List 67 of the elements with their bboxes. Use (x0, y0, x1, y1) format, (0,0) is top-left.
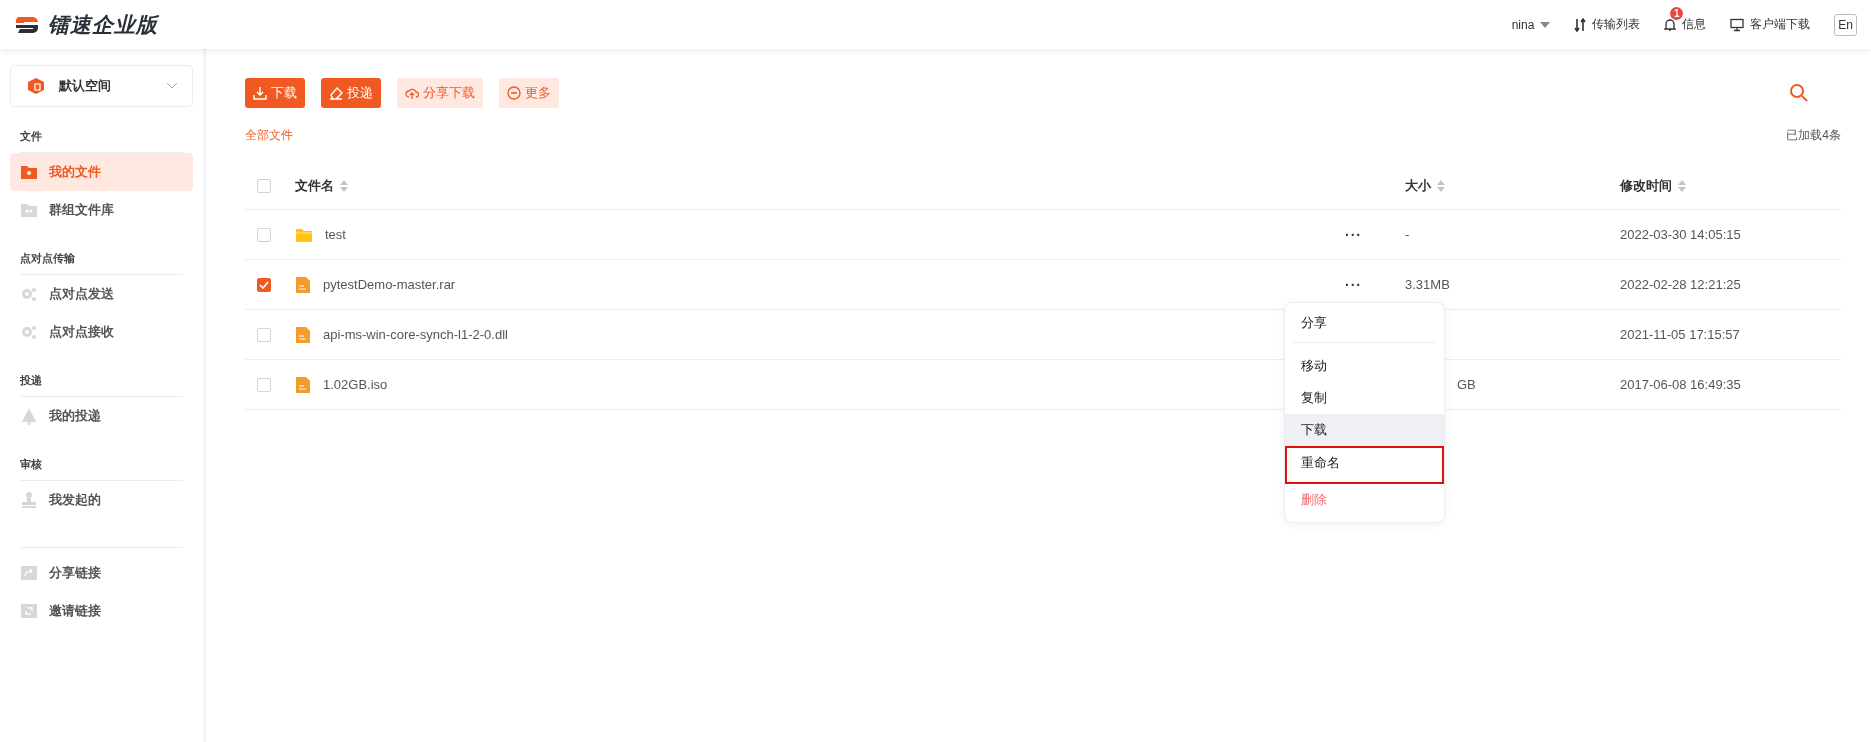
bell-icon (1664, 17, 1677, 32)
nav-item[interactable]: 我发起的 (10, 481, 193, 519)
share-icon (20, 564, 38, 582)
nodes-icon (20, 285, 38, 303)
top-link[interactable]: 传输列表 (1574, 16, 1641, 33)
eraser-icon (329, 86, 343, 100)
menu-item[interactable]: 分享 (1285, 307, 1444, 339)
modified-time: 2017-06-08 16:49:35 (1620, 377, 1741, 392)
more-button[interactable]: ··· (1345, 226, 1362, 243)
file-name[interactable]: pytestDemo-master.rar (323, 277, 456, 292)
file-size: GB (1457, 377, 1476, 392)
download-icon (253, 86, 267, 100)
section-heading: 点对点传输 (20, 251, 183, 275)
menu-item[interactable]: 复制 (1285, 382, 1444, 414)
modified-time: 2021-11-05 17:15:57 (1620, 327, 1740, 342)
file-size: 3.31MB (1405, 277, 1450, 292)
file-icon (295, 275, 311, 294)
folder-icon (20, 163, 38, 181)
cube-icon (27, 77, 45, 95)
app-title: 镭速企业版 (48, 11, 158, 38)
menu-item[interactable]: 移动 (1285, 350, 1444, 382)
column-header[interactable]: 文件名 (295, 176, 334, 195)
nav-item[interactable]: 分享链接 (10, 554, 193, 592)
transfer-icon (1574, 17, 1587, 32)
nav-item[interactable]: 群组文件库 (10, 191, 193, 229)
more-circle-icon (507, 86, 521, 100)
notification-badge: 1 (1670, 7, 1684, 20)
column-header[interactable]: 大小 (1405, 176, 1431, 195)
language-button[interactable]: En (1834, 13, 1857, 36)
column-header[interactable]: 修改时间 (1620, 176, 1672, 195)
section-heading: 投递 (20, 373, 183, 397)
nav-item[interactable]: 点对点接收 (10, 313, 193, 351)
chevron-down-icon (166, 82, 178, 90)
sort-icon (1437, 179, 1445, 192)
file-icon (295, 325, 311, 344)
nav-item[interactable]: 邀请链接 (10, 592, 193, 630)
breadcrumb-link[interactable]: 全部文件 (245, 127, 293, 144)
loaded-count: 已加载4条 (1786, 127, 1841, 144)
top-link[interactable]: 客户端下载 (1730, 16, 1811, 33)
file-size: - (1405, 227, 1410, 242)
sort-icon (1678, 179, 1686, 192)
file-name[interactable]: 1.02GB.iso (323, 377, 388, 392)
menu-item[interactable]: 重命名 (1285, 446, 1444, 484)
section-heading: 审核 (20, 457, 183, 481)
cloud-upload-icon (405, 86, 419, 100)
nav-item[interactable]: 我的投递 (10, 397, 193, 435)
menu-item[interactable]: 下载 (1285, 414, 1444, 446)
search-icon[interactable] (1789, 83, 1809, 103)
file-name[interactable]: test (325, 227, 346, 242)
user-menu[interactable]: nina (1511, 17, 1551, 32)
folder-icon (20, 201, 38, 219)
link-icon (20, 602, 38, 620)
more-button[interactable]: ··· (1345, 276, 1362, 293)
monitor-icon (1730, 17, 1745, 32)
file-icon (295, 375, 311, 394)
nav-item[interactable]: 点对点发送 (10, 275, 193, 313)
modified-time: 2022-03-30 14:05:15 (1620, 227, 1741, 242)
nodes-icon (20, 323, 38, 341)
space-selector[interactable]: 默认空间 (10, 65, 193, 107)
folder-icon (295, 226, 313, 243)
modified-time: 2022-02-28 12:21:25 (1620, 277, 1741, 292)
caret-icon (1540, 21, 1551, 28)
checkbox[interactable] (257, 277, 271, 292)
stamp-icon (20, 491, 38, 509)
file-name[interactable]: api-ms-win-core-synch-l1-2-0.dll (323, 327, 508, 342)
sort-icon (340, 179, 348, 192)
warning-icon (20, 407, 38, 425)
